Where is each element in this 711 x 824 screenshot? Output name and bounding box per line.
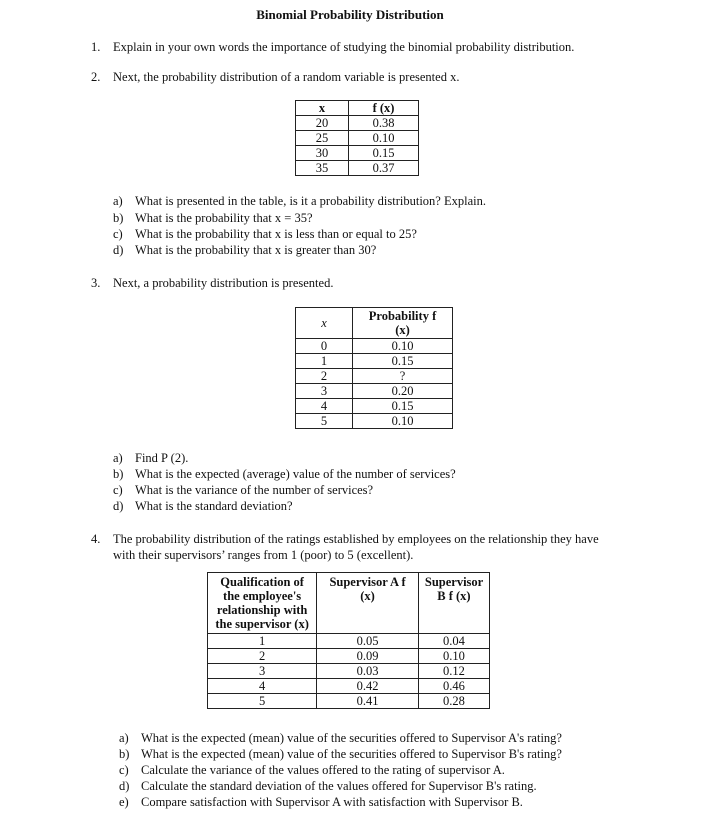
question-text-line-2: with their supervisors’ ranges from 1 (p… [113,548,414,562]
sub-label: d) [113,499,124,513]
table-row: 4 0.42 0.46 [206,678,491,694]
cell-x: 4 [295,398,353,414]
header-probability: Probability f (x) [352,307,453,339]
cell-supervisor-a: 0.05 [316,633,419,649]
sub-label: d) [119,779,130,793]
table-row: 4 0.15 [295,398,453,414]
cell-fx: 0.37 [348,160,419,176]
cell-x: 25 [295,130,349,146]
table-row: 5 0.10 [295,413,453,429]
question-number: 2. [91,70,101,84]
supervisor-ratings-table: Qualification of the employee's relation… [206,572,491,709]
question-number: 1. [91,40,101,54]
cell-supervisor-a: 0.09 [316,648,419,664]
cell-rating: 4 [206,678,318,694]
cell-rating: 3 [206,663,318,679]
table-row: 5 0.41 0.28 [206,693,491,709]
header-supervisor-a: Supervisor A f (x) [316,572,419,634]
cell-fx: 0.15 [348,145,419,161]
table-header-row: x Probability f (x) [295,307,453,339]
cell-fx: 0.10 [352,338,453,354]
sub-text: What is the expected (mean) value of the… [141,731,562,745]
sub-text: Find P (2). [135,451,189,465]
table-header-row: Qualification of the employee's relation… [206,572,491,634]
cell-supervisor-b: 0.46 [417,678,491,694]
table-row: 3 0.03 0.12 [206,663,491,679]
sub-text: Calculate the variance of the values off… [141,763,505,777]
table-row: 30 0.15 [295,145,419,161]
cell-fx: 0.10 [348,130,419,146]
table-row: 2 0.09 0.10 [206,648,491,664]
cell-supervisor-a: 0.03 [316,663,419,679]
table-row: 1 0.15 [295,353,453,369]
sub-label: b) [113,211,124,225]
table-row: 3 0.20 [295,383,453,399]
cell-fx: 0.15 [352,353,453,369]
cell-fx: 0.15 [352,398,453,414]
table-row: 25 0.10 [295,130,419,146]
sub-label: b) [113,467,124,481]
distribution-table-services: x Probability f (x) 0 0.10 1 0.15 2 ? 3 … [295,307,453,429]
cell-supervisor-b: 0.10 [417,648,491,664]
distribution-table-x: x f (x) 20 0.38 25 0.10 30 0.15 35 0.37 [295,100,419,176]
header-supervisor-b: Supervisor B f (x) [417,572,491,634]
cell-rating: 2 [206,648,318,664]
table-row: 20 0.38 [295,115,419,131]
sub-label: e) [119,795,129,809]
cell-x: 35 [295,160,349,176]
sub-label: a) [113,194,123,208]
sub-text: What is the probability that x is greate… [135,243,377,257]
cell-x: 1 [295,353,353,369]
question-text-line-1: The probability distribution of the rati… [113,532,599,546]
table-header-row: x f (x) [295,100,419,116]
cell-x: 3 [295,383,353,399]
sub-text: What is the expected (average) value of … [135,467,456,481]
table-row: 2 ? [295,368,453,384]
header-x: x [295,100,349,116]
sub-label: a) [119,731,129,745]
cell-supervisor-a: 0.42 [316,678,419,694]
cell-supervisor-b: 0.12 [417,663,491,679]
cell-fx: ? [352,368,453,384]
sub-text: Compare satisfaction with Supervisor A w… [141,795,523,809]
sub-text: What is the probability that x = 35? [135,211,313,225]
header-fx: f (x) [348,100,419,116]
cell-supervisor-a: 0.41 [316,693,419,709]
sub-text: What is the probability that x is less t… [135,227,417,241]
sub-label: c) [119,763,129,777]
cell-fx: 0.10 [352,413,453,429]
cell-fx: 0.38 [348,115,419,131]
cell-rating: 5 [206,693,318,709]
sub-text: What is the variance of the number of se… [135,483,374,497]
cell-x: 20 [295,115,349,131]
sub-label: a) [113,451,123,465]
sub-text: Calculate the standard deviation of the … [141,779,537,793]
table-row: 1 0.05 0.04 [206,633,491,649]
cell-x: 0 [295,338,353,354]
sub-label: c) [113,483,123,497]
header-qualification: Qualification of the employee's relation… [206,572,318,634]
question-number: 3. [91,276,101,290]
cell-x: 30 [295,145,349,161]
sub-text: What is the standard deviation? [135,499,293,513]
question-text: Next, a probability distribution is pres… [113,276,334,290]
question-text: Explain in your own words the importance… [113,40,575,54]
sub-text: What is the expected (mean) value of the… [141,747,562,761]
sub-label: d) [113,243,124,257]
cell-fx: 0.20 [352,383,453,399]
cell-supervisor-b: 0.04 [417,633,491,649]
cell-x: 5 [295,413,353,429]
table-row: 35 0.37 [295,160,419,176]
question-text: Next, the probability distribution of a … [113,70,460,84]
cell-rating: 1 [206,633,318,649]
header-x: x [295,307,353,339]
document-title: Binomial Probability Distribution [256,7,444,22]
cell-supervisor-b: 0.28 [417,693,491,709]
table-row: 0 0.10 [295,338,453,354]
question-number: 4. [91,532,101,546]
cell-x: 2 [295,368,353,384]
sub-label: c) [113,227,123,241]
sub-label: b) [119,747,130,761]
sub-text: What is presented in the table, is it a … [135,194,486,208]
